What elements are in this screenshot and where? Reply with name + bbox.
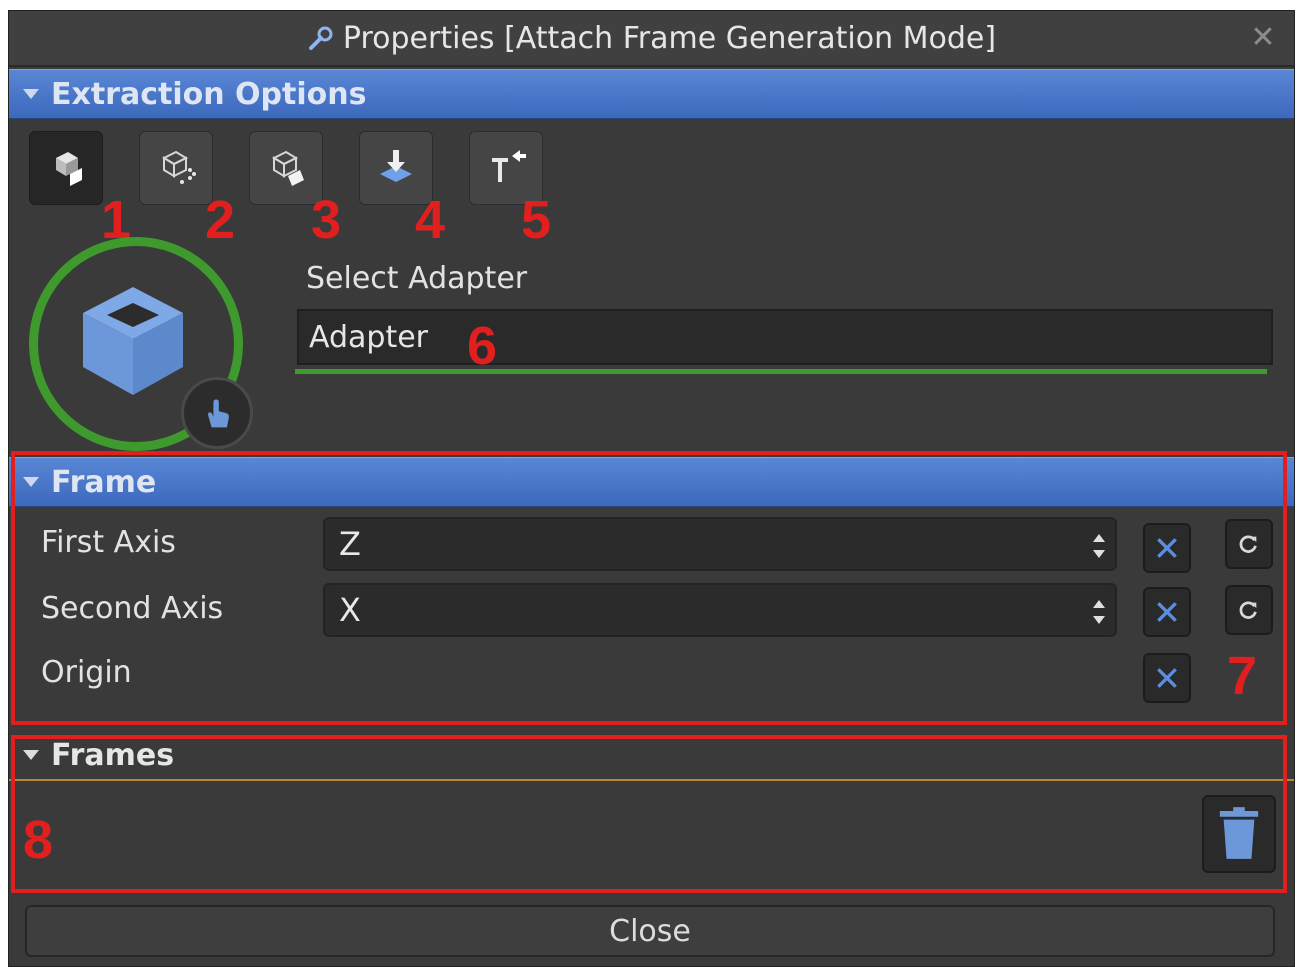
adapter-cube-icon (83, 287, 183, 395)
cube-face-icon (56, 152, 82, 186)
hand-picker-button[interactable] (181, 377, 253, 449)
title-bar: Properties [Attach Frame Generation Mode… (9, 11, 1294, 67)
adapter-valid-underline (295, 369, 1267, 374)
tool-button-1[interactable] (29, 131, 103, 205)
cube-edge-icon (271, 150, 304, 186)
adapter-input-field[interactable]: Adapter (297, 309, 1273, 365)
window-close-icon[interactable]: ✕ (1246, 21, 1280, 55)
tool-button-2[interactable] (139, 131, 213, 205)
select-adapter-label: Select Adapter (306, 261, 528, 296)
marker-3: 3 (311, 190, 342, 250)
window-title: Properties [Attach Frame Generation Mode… (342, 20, 997, 56)
close-button-label: Close (609, 913, 691, 949)
extraction-options-header[interactable]: Extraction Options (9, 69, 1294, 119)
cube-points-icon (161, 150, 196, 184)
hand-pointer-icon (208, 399, 229, 428)
extraction-options-title: Extraction Options (51, 76, 367, 112)
marker-6: 6 (467, 316, 498, 376)
adapter-value: Adapter (309, 319, 429, 355)
axis-arrow-icon (492, 150, 526, 182)
frames-highlight-box (11, 735, 1287, 893)
properties-window: Properties [Attach Frame Generation Mode… (8, 10, 1295, 967)
collapse-triangle-icon (23, 89, 39, 99)
wrench-icon (308, 26, 333, 50)
close-button[interactable]: Close (25, 905, 1275, 957)
marker-5: 5 (521, 190, 552, 250)
frame-highlight-box (11, 451, 1287, 725)
marker-2: 2 (205, 190, 236, 250)
project-down-icon (380, 150, 412, 182)
marker-4: 4 (415, 190, 446, 250)
